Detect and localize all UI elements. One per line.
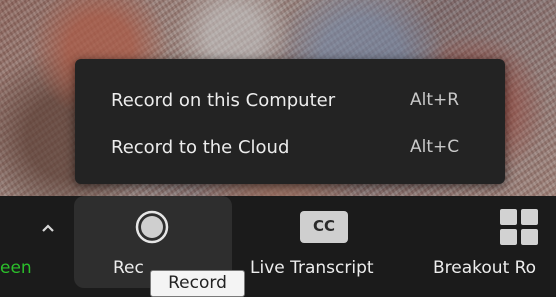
share-screen-label[interactable]: een xyxy=(0,258,32,278)
cc-icon-text: CC xyxy=(312,217,336,235)
closed-caption-icon: CC xyxy=(300,211,348,243)
record-label: Rec xyxy=(113,258,144,278)
record-tooltip: Record xyxy=(150,270,245,297)
breakout-rooms-label: Breakout Ro xyxy=(433,258,537,278)
meeting-toolbar: een Rec CC Live Transcript Breakout Ro xyxy=(0,196,556,295)
menu-item-label: Record to the Cloud xyxy=(111,137,290,158)
tooltip-text: Record xyxy=(168,273,227,293)
record-to-cloud-item[interactable]: Record to the Cloud Alt+C xyxy=(75,130,505,164)
menu-item-shortcut: Alt+R xyxy=(410,90,460,110)
breakout-rooms-grid-icon xyxy=(500,209,538,245)
live-transcript-label: Live Transcript xyxy=(250,258,374,278)
chevron-up-icon[interactable] xyxy=(38,220,58,236)
record-dropdown-menu: Record on this Computer Alt+R Record to … xyxy=(75,59,505,184)
record-circle-icon xyxy=(135,210,169,244)
menu-item-label: Record on this Computer xyxy=(111,90,336,111)
menu-item-shortcut: Alt+C xyxy=(410,137,460,157)
record-on-computer-item[interactable]: Record on this Computer Alt+R xyxy=(75,83,505,117)
